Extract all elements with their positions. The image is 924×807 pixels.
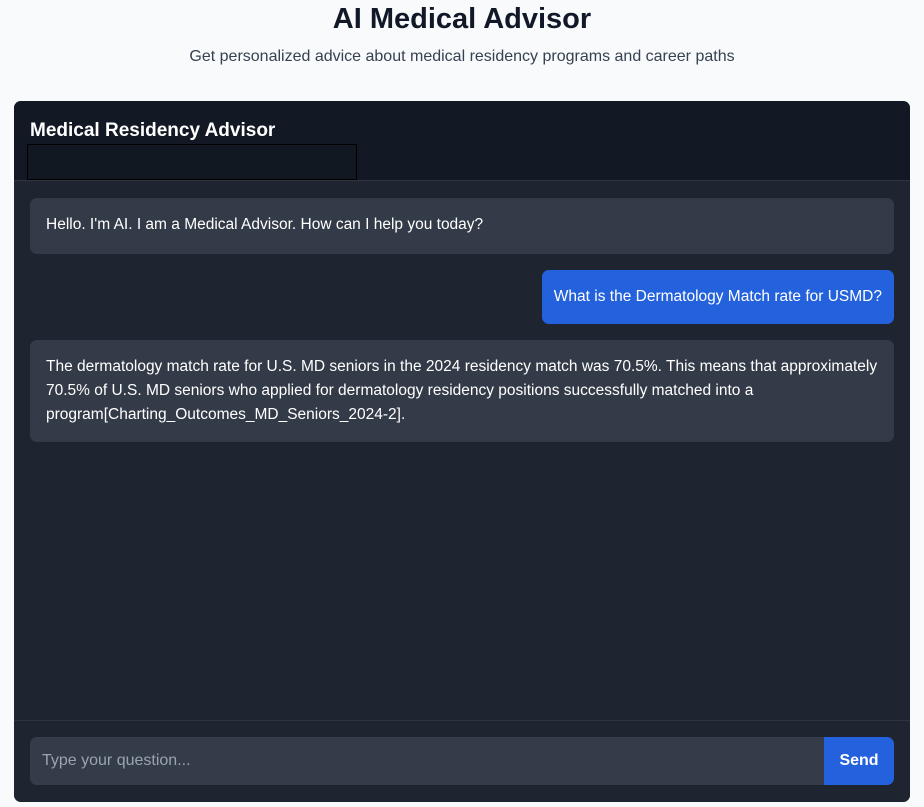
chat-header: Medical Residency Advisor bbox=[14, 101, 910, 181]
assistant-message: Hello. I'm AI. I am a Medical Advisor. H… bbox=[30, 198, 894, 254]
advisor-selector[interactable] bbox=[27, 144, 357, 180]
send-button[interactable]: Send bbox=[824, 737, 894, 785]
page-title: AI Medical Advisor bbox=[332, 3, 592, 35]
user-message-row: What is the Dermatology Match rate for U… bbox=[30, 270, 894, 324]
chat-panel: Medical Residency Advisor Hello. I'm AI.… bbox=[14, 101, 910, 802]
user-message: What is the Dermatology Match rate for U… bbox=[541, 270, 894, 324]
page-subtitle: Get personalized advice about medical re… bbox=[189, 48, 735, 65]
assistant-message: The dermatology match rate for U.S. MD s… bbox=[30, 340, 894, 442]
page-header: AI Medical Advisor Get personalized advi… bbox=[0, 0, 924, 101]
input-bar: Send bbox=[14, 720, 910, 802]
chat-header-title: Medical Residency Advisor bbox=[30, 120, 276, 141]
question-input[interactable] bbox=[30, 737, 825, 785]
message-list[interactable]: Hello. I'm AI. I am a Medical Advisor. H… bbox=[14, 182, 910, 719]
